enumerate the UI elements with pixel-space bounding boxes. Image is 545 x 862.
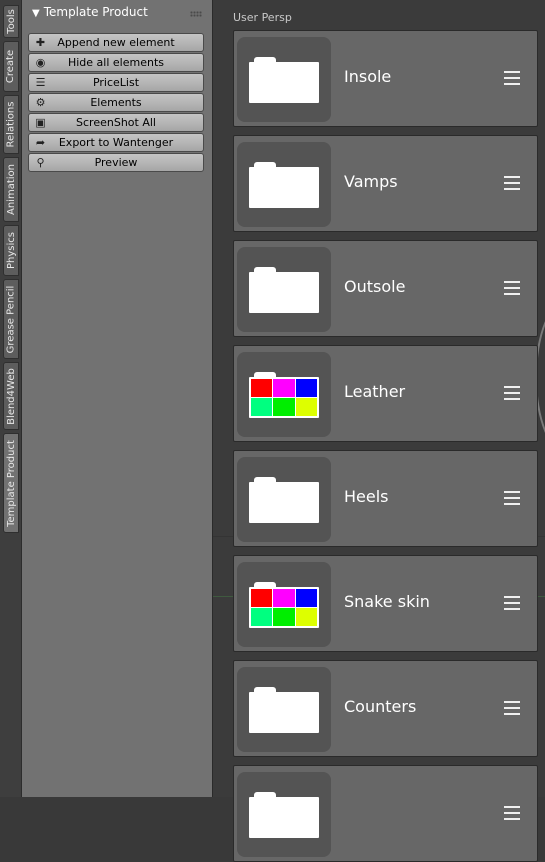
tab-strip: Tools Create Relations Animation Physics Grea…	[0, 0, 22, 797]
tab-label: Template Product	[5, 439, 17, 527]
pricelist-button[interactable]: ☰ PriceList	[28, 73, 204, 92]
element-thumbnail[interactable]	[237, 37, 331, 122]
color-swatch	[251, 589, 273, 607]
element-name: Counters	[344, 697, 417, 716]
hide-all-elements-button[interactable]: ◉ Hide all elements	[28, 53, 204, 72]
tab-label: Tools	[5, 9, 17, 34]
button-label: Append new element	[57, 36, 175, 49]
color-swatch	[295, 608, 317, 626]
tab-blend4web[interactable]: Blend4Web	[3, 362, 19, 430]
tab-label: Animation	[5, 164, 17, 215]
element-name: Snake skin	[344, 592, 430, 611]
element-card[interactable]	[233, 765, 538, 862]
element-name: Leather	[344, 382, 406, 401]
tab-create[interactable]: Create	[3, 41, 19, 92]
color-swatch	[273, 608, 295, 626]
color-swatch	[251, 398, 273, 416]
element-name: Vamps	[344, 172, 398, 191]
button-label: Hide all elements	[67, 56, 164, 69]
tab-grease-pencil[interactable]: Grease Pencil	[3, 279, 19, 359]
hamburger-menu-icon[interactable]	[504, 806, 520, 820]
panel-title-text: Template Product	[43, 5, 148, 19]
button-label: PriceList	[92, 76, 140, 89]
preview-button[interactable]: ⚲ Preview	[28, 153, 204, 172]
tab-label: Relations	[5, 101, 17, 148]
tab-label: Create	[5, 49, 17, 84]
panel-title: ▼ Template Product	[32, 5, 148, 19]
color-swatch	[251, 608, 273, 626]
material-swatch-icon	[249, 582, 319, 630]
element-thumbnail[interactable]	[237, 562, 331, 647]
button-label: Elements	[90, 96, 142, 109]
color-swatch	[273, 589, 295, 607]
tab-animation[interactable]: Animation	[3, 157, 19, 222]
export-to-wantenger-button[interactable]: ➦ Export to Wantenger	[28, 133, 204, 152]
panel-header[interactable]: ▼ Template Product	[22, 0, 212, 26]
list-icon: ☰	[35, 76, 46, 89]
element-thumbnail[interactable]	[237, 667, 331, 752]
hamburger-menu-icon[interactable]	[504, 596, 520, 610]
color-swatch	[273, 379, 295, 397]
element-thumbnail[interactable]	[237, 352, 331, 437]
color-swatch	[251, 379, 273, 397]
folder-icon	[249, 162, 319, 210]
tab-physics[interactable]: Physics	[3, 225, 19, 276]
viewport-label: User Persp	[233, 11, 292, 24]
tab-label: Grease Pencil	[5, 285, 17, 353]
element-card[interactable]: Insole	[233, 30, 538, 127]
color-swatch	[295, 379, 317, 397]
color-swatch	[295, 398, 317, 416]
element-thumbnail[interactable]	[237, 142, 331, 227]
folder-icon	[249, 792, 319, 840]
element-card[interactable]: Outsole	[233, 240, 538, 337]
element-card[interactable]: Counters	[233, 660, 538, 757]
element-name: Insole	[344, 67, 392, 86]
element-name: Heels	[344, 487, 389, 506]
tool-buttons: ✚ Append new element ◉ Hide all elements ☰ Pr…	[28, 33, 204, 173]
screenshot-all-button[interactable]: ▣ ScreenShot All	[28, 113, 204, 132]
button-label: Export to Wantenger	[58, 136, 174, 149]
tab-label: Blend4Web	[5, 367, 17, 425]
append-new-element-button[interactable]: ✚ Append new element	[28, 33, 204, 52]
button-label: ScreenShot All	[76, 116, 156, 129]
element-card[interactable]: Heels	[233, 450, 538, 547]
hamburger-menu-icon[interactable]	[504, 176, 520, 190]
folder-icon	[249, 57, 319, 105]
eye-icon: ◉	[35, 56, 46, 69]
collapse-triangle-icon: ▼	[32, 8, 40, 19]
element-card[interactable]: Snake skin	[233, 555, 538, 652]
folder-icon	[249, 477, 319, 525]
element-thumbnail[interactable]	[237, 772, 331, 857]
color-swatch	[295, 589, 317, 607]
folder-icon	[249, 267, 319, 315]
button-label: Preview	[94, 156, 138, 169]
tab-label: Physics	[5, 232, 17, 269]
hamburger-menu-icon[interactable]	[504, 491, 520, 505]
nodes-icon: ⚙	[35, 96, 46, 109]
element-card[interactable]: Vamps	[233, 135, 538, 232]
hamburger-menu-icon[interactable]	[504, 281, 520, 295]
hamburger-menu-icon[interactable]	[504, 386, 520, 400]
append-icon: ✚	[35, 36, 46, 49]
tab-template-product[interactable]: Template Product	[3, 433, 19, 533]
element-name: Outsole	[344, 277, 406, 296]
hamburger-menu-icon[interactable]	[504, 701, 520, 715]
element-thumbnail[interactable]	[237, 457, 331, 542]
hamburger-menu-icon[interactable]	[504, 71, 520, 85]
folder-icon	[249, 687, 319, 735]
element-thumbnail[interactable]	[237, 247, 331, 332]
element-card[interactable]: Leather	[233, 345, 538, 442]
tab-relations[interactable]: Relations	[3, 95, 19, 154]
camera-icon: ▣	[35, 116, 46, 129]
tab-tools[interactable]: Tools	[3, 5, 19, 38]
elements-button[interactable]: ⚙ Elements	[28, 93, 204, 112]
material-swatch-icon	[249, 372, 319, 420]
export-icon: ➦	[35, 136, 46, 149]
preview-icon: ⚲	[36, 156, 45, 169]
tool-shelf-panel: ▼ Template Product ✚ Append new element ◉ Hi…	[22, 0, 213, 797]
color-swatch	[273, 398, 295, 416]
drag-grip-icon[interactable]	[190, 11, 202, 17]
